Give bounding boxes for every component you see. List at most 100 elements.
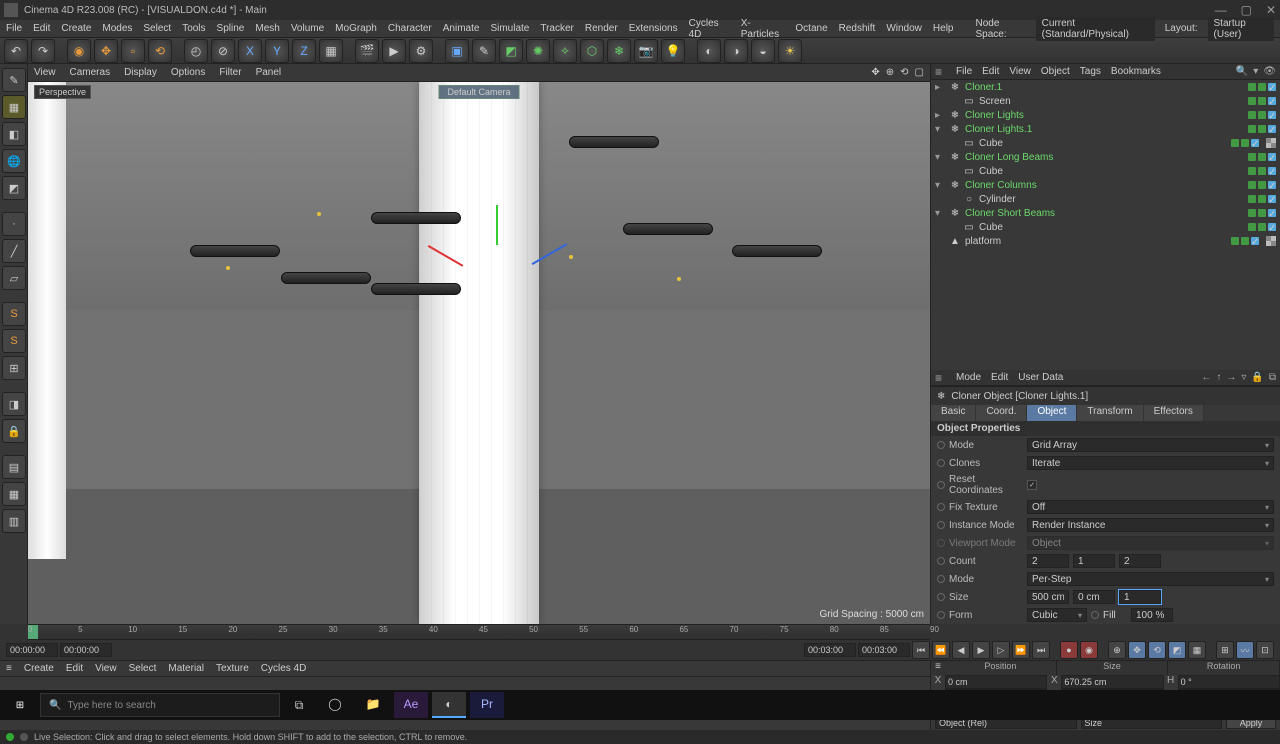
menu-spline[interactable]: Spline [217,23,245,34]
object-tree[interactable]: ▸ ❄ Cloner.1 ✓ ▭ Screen ✓ ▸ ❄ Cloner Lig… [931,80,1280,370]
render-pv[interactable]: ▶ [382,39,406,63]
object-name[interactable]: Cloner Lights.1 [965,124,1244,135]
obj-menu-view[interactable]: View [1009,66,1031,77]
tree-row[interactable]: ▭ Cube ✓ [931,164,1280,178]
hamburger-icon[interactable]: ≡ [6,663,12,674]
object-name[interactable]: Cloner Long Beams [965,152,1244,163]
record-button[interactable]: ● [1060,641,1078,659]
quantize[interactable]: ⊞ [2,356,26,380]
time-dur-field[interactable]: 00:03:00 [804,643,856,657]
model-mode[interactable]: ▦ [2,95,26,119]
size-x-field[interactable] [1027,590,1069,604]
tree-row[interactable]: ▭ Cube ✓ [931,136,1280,150]
object-name[interactable]: Cloner Columns [965,180,1244,191]
tree-row[interactable]: ▭ Cube ✓ [931,220,1280,234]
locked-axis[interactable]: ⊘ [211,39,235,63]
render-view[interactable]: 🎬 [355,39,379,63]
size-field[interactable]: 670.25 cm [1061,675,1163,689]
start-button[interactable]: ⊞ [4,692,36,718]
vp-menu-display[interactable]: Display [124,67,157,78]
tree-row[interactable]: ▲ platform ✓ [931,234,1280,248]
cycles-light[interactable]: ☀ [778,39,802,63]
cycles-a[interactable]: ◐ [697,39,721,63]
hamburger-icon[interactable]: ≡ [931,661,945,675]
coord-system[interactable]: ▦ [319,39,343,63]
x-axis-button[interactable]: X [238,39,262,63]
menu-mograph[interactable]: MoGraph [335,23,377,34]
count-z-field[interactable] [1119,554,1161,568]
taskbar-app-ae[interactable]: Ae [394,692,428,718]
expand-icon[interactable]: ▸ [935,82,945,93]
object-name[interactable]: Cube [979,222,1244,233]
hamburger-icon[interactable]: ≡ [935,65,942,79]
prev-key-button[interactable]: ⏪ [932,641,950,659]
menu-edit[interactable]: Edit [33,23,50,34]
nav-maximize-icon[interactable]: ▢ [915,67,924,78]
y-axis-button[interactable]: Y [265,39,289,63]
obj-menu-tags[interactable]: Tags [1080,66,1101,77]
hamburger-icon[interactable]: ≡ [935,371,942,385]
time-end-field[interactable]: 00:03:00 [858,643,910,657]
generator-button[interactable]: ✺ [526,39,550,63]
undo-button[interactable]: ↶ [4,39,28,63]
expand-icon[interactable]: ▸ [935,110,945,121]
prop-form-field[interactable]: Cubic▾ [1027,608,1087,622]
key-rot-button[interactable]: ⟲ [1148,641,1166,659]
menu-animate[interactable]: Animate [443,23,480,34]
pos-field[interactable]: 0 cm [945,675,1047,689]
nav-up-icon[interactable]: ↑ [1216,372,1221,383]
attr-menu-edit[interactable]: Edit [991,372,1008,383]
dopesheet-button[interactable]: ⊞ [1216,641,1234,659]
layout-value[interactable]: Startup (User) [1208,17,1274,41]
lock-element[interactable]: 🔒 [2,419,26,443]
object-name[interactable]: Cloner Short Beams [965,208,1244,219]
tree-row[interactable]: ▾ ❄ Cloner Columns ✓ [931,178,1280,192]
menu-volume[interactable]: Volume [291,23,324,34]
fields-button[interactable]: ⬡ [580,39,604,63]
taskbar-app-pr[interactable]: Pr [470,692,504,718]
viewport-3d[interactable]: Perspective Default Camera Grid Spacing … [28,82,930,624]
key-scale-button[interactable]: ✥ [1128,641,1146,659]
viewport-type-label[interactable]: Perspective [34,85,91,99]
menu-render[interactable]: Render [585,23,618,34]
move-tool[interactable]: ✥ [94,39,118,63]
uv-point[interactable]: ▥ [2,509,26,533]
eye-icon[interactable]: 👁 [1263,66,1276,77]
nodespace-value[interactable]: Current (Standard/Physical) [1036,17,1155,41]
menu-redshift[interactable]: Redshift [839,23,876,34]
size-y-field[interactable] [1073,590,1115,604]
object-name[interactable]: Screen [979,96,1244,107]
next-key-button[interactable]: ⏩ [1012,641,1030,659]
tree-row[interactable]: ▾ ❄ Cloner Lights.1 ✓ [931,122,1280,136]
obj-menu-file[interactable]: File [956,66,972,77]
tab-basic[interactable]: Basic [931,405,976,421]
new-window-icon[interactable]: ⧉ [1269,372,1276,383]
funnel-icon[interactable]: ▿ [1241,372,1246,383]
taskbar-app-chrome[interactable]: ◯ [318,692,352,718]
object-name[interactable]: Cloner.1 [965,82,1244,93]
mat-menu-cycles4d[interactable]: Cycles 4D [261,663,307,674]
search-icon[interactable]: 🔍 [1236,66,1248,77]
viewport-camera-label[interactable]: Default Camera [438,85,519,99]
key-pla-button[interactable]: ▦ [1188,641,1206,659]
rot-field[interactable]: 0 ° [1178,675,1280,689]
maximize-button[interactable]: ▢ [1241,3,1252,17]
redo-button[interactable]: ↷ [31,39,55,63]
vp-menu-cameras[interactable]: Cameras [70,67,111,78]
motion-button[interactable]: ⊡ [1256,641,1274,659]
poly-mode[interactable]: ▱ [2,266,26,290]
autokey-button[interactable]: ◉ [1080,641,1098,659]
texture-mode[interactable]: 🌐 [2,149,26,173]
cycles-b[interactable]: ◑ [724,39,748,63]
nav-move-icon[interactable]: ✥ [871,67,879,78]
nav-zoom-icon[interactable]: ⊕ [886,67,894,78]
axis-toggle[interactable]: S [2,302,26,326]
object-name[interactable]: Cloner Lights [965,110,1244,121]
deformer-button[interactable]: ⟡ [553,39,577,63]
nurbs-button[interactable]: ◩ [499,39,523,63]
expand-icon[interactable]: ▾ [935,180,945,191]
prop-pmode-field[interactable]: Per-Step▾ [1027,572,1274,586]
nav-back-icon[interactable]: ← [1201,372,1211,383]
expand-icon[interactable]: ▾ [935,124,945,135]
menu-help[interactable]: Help [933,23,954,34]
